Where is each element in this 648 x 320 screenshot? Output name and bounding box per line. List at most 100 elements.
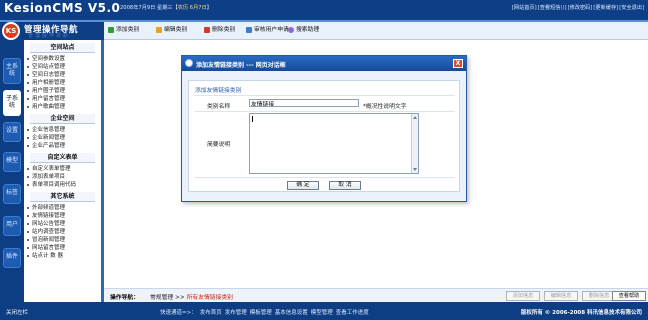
divider <box>195 95 455 96</box>
search-assistant-button[interactable]: 搜索助理 <box>288 25 319 36</box>
operation-nav-bar: 操作导航： 常规管理 >> 所有友情链接类别 添加信息 编辑信息 删除信息 查看… <box>104 288 648 302</box>
category-name-label: 类别名称 <box>207 104 231 110</box>
scroll-down-arrow-icon[interactable] <box>413 168 417 171</box>
delete-category-label: 删除类别 <box>212 27 236 33</box>
lunar-date-link[interactable]: 农历 6月7日 <box>178 5 207 11</box>
delete-icon <box>204 27 210 33</box>
quick-links: 快速通道=>： 发布首页 发布管理 模板管理 基本信息设置 模型管理 查看工作进度 <box>160 308 372 316</box>
sidebar-item[interactable]: 用户留言管理 <box>24 95 101 103</box>
add-link-category-dialog: 添加友情链接类别 --- 网页对话框 X 添加友情链接类别 类别名称 *概况性说… <box>181 55 467 202</box>
sidebar-item[interactable]: 空间站点管理 <box>24 63 101 71</box>
sidebar-item[interactable]: 用户歌曲管理 <box>24 103 101 111</box>
description-textarea[interactable] <box>249 113 419 174</box>
sidebar-item[interactable]: 企业产品管理 <box>24 142 101 150</box>
textarea-scrollbar[interactable] <box>411 114 418 173</box>
close-icon[interactable]: X <box>453 59 463 68</box>
logo-badge-icon: KS <box>2 22 20 40</box>
quick-link-basic-settings[interactable]: 基本信息设置 <box>275 310 308 316</box>
sidebar-item[interactable]: 站点计 数 器 <box>24 252 101 260</box>
delete-info-button[interactable]: 删除信息 <box>582 291 616 301</box>
sidebar-item[interactable]: 网站留言管理 <box>24 244 101 252</box>
review-applications-label: 审核用户申请 <box>254 27 289 33</box>
quick-links-title: 快速通道=>： <box>160 310 197 316</box>
delete-category-button[interactable]: 删除类别 <box>204 25 235 36</box>
tab-settings[interactable]: 设置 <box>3 122 21 142</box>
edit-category-button[interactable]: 编辑类别 <box>156 25 187 36</box>
tab-models[interactable]: 模型 <box>3 152 21 172</box>
tab-users[interactable]: 用户 <box>3 216 21 236</box>
sidebar-section-title: 空间站点 <box>30 43 95 53</box>
search-icon <box>288 27 294 33</box>
nav-label: 操作导航： <box>110 295 139 301</box>
close-left-panel-button[interactable]: 关闭左栏 <box>6 308 28 316</box>
add-category-button[interactable]: 添加类别 <box>108 25 139 36</box>
sidebar-item[interactable]: 空间参数设置 <box>24 55 101 63</box>
sidebar-item[interactable]: 网站公告管理 <box>24 220 101 228</box>
quick-link-model-manage[interactable]: 模型管理 <box>311 310 333 316</box>
description-label: 简要说明 <box>207 142 231 148</box>
dialog-logo-icon <box>185 59 193 67</box>
review-applications-button[interactable]: 审核用户申请 <box>246 25 289 36</box>
sidebar-section-title: 其它系统 <box>30 192 95 202</box>
sidebar-item[interactable]: 空间日志管理 <box>24 71 101 79</box>
sidebar-item[interactable]: 表单项目调用代码 <box>24 181 101 189</box>
divider <box>195 177 455 178</box>
date-text: 2008年7月9日 星期三【 <box>120 5 178 11</box>
quick-link-publish-manage[interactable]: 发布管理 <box>225 310 247 316</box>
messages-link[interactable]: [查看短信 <box>538 5 561 11</box>
sidebar-item[interactable]: 用户相册管理 <box>24 79 101 87</box>
divider <box>195 111 455 112</box>
change-password-link[interactable]: [修改密码] <box>568 5 593 11</box>
scroll-up-arrow-icon[interactable] <box>413 116 417 119</box>
sidebar-item[interactable]: 冒泡新闻管理 <box>24 236 101 244</box>
edit-category-label: 编辑类别 <box>164 27 188 33</box>
tab-sub-system[interactable]: 子系统 <box>3 90 21 116</box>
cancel-button[interactable]: 取 消 <box>329 181 361 190</box>
logo-shadow: 管理操作导航 <box>28 33 71 39</box>
sidebar-section-title: 企业空间 <box>30 114 95 124</box>
sidebar-item[interactable]: 站内调查管理 <box>24 228 101 236</box>
tab-plugins[interactable]: 插件 <box>3 248 21 268</box>
quick-link-publish-home[interactable]: 发布首页 <box>200 310 222 316</box>
confirm-button[interactable]: 确 定 <box>287 181 319 190</box>
sidebar-item[interactable]: 企业新闻管理 <box>24 134 101 142</box>
add-category-label: 添加类别 <box>116 27 140 33</box>
home-link[interactable]: [网站首页] <box>512 5 537 11</box>
update-cache-link[interactable]: [更新缓存] <box>593 5 618 11</box>
product-title: KesionCMS V5.0 <box>4 1 121 15</box>
category-name-hint: *概况性说明文字 <box>363 104 407 110</box>
top-links: [网站首页][查看短信()][修改密码][更新缓存][安全退出] <box>511 4 644 11</box>
dialog-titlebar[interactable]: 添加友情链接类别 --- 网页对话框 X <box>182 56 466 71</box>
category-name-input[interactable] <box>249 99 359 107</box>
top-header: KesionCMS V5.0 2008年7月9日 星期三【农历 6月7日】 [网… <box>0 0 648 22</box>
help-button[interactable]: 查看帮助 <box>612 291 646 301</box>
sidebar-item[interactable]: 企业信息管理 <box>24 126 101 134</box>
add-info-button[interactable]: 添加信息 <box>506 291 540 301</box>
date-display: 2008年7月9日 星期三【农历 6月7日】 <box>120 4 212 11</box>
form-caption: 添加友情链接类别 <box>195 88 242 94</box>
sidebar-item[interactable]: 友情链接管理 <box>24 212 101 220</box>
logout-link[interactable]: [安全退出] <box>619 5 644 11</box>
tab-main-system[interactable]: 主系统 <box>3 58 21 84</box>
sidebar-item[interactable]: 外部频道管理 <box>24 204 101 212</box>
quick-link-progress[interactable]: 查看工作进度 <box>336 310 369 316</box>
sidebar: 空间站点 空间参数设置 空间站点管理 空间日志管理 用户相册管理 用户圈子管理 … <box>24 40 104 302</box>
quick-link-template-manage[interactable]: 模板管理 <box>250 310 272 316</box>
edit-icon <box>156 27 162 33</box>
dialog-title: 添加友情链接类别 --- 网页对话框 <box>196 62 286 69</box>
add-icon <box>108 27 114 33</box>
breadcrumb-current: 所有友情链接类别 <box>186 295 233 301</box>
tab-tags[interactable]: 标签 <box>3 184 21 204</box>
toolbar: 添加类别 编辑类别 删除类别 审核用户申请 搜索助理 <box>104 22 648 40</box>
sidebar-item[interactable]: 自定义表单管理 <box>24 165 101 173</box>
breadcrumb: 常规管理 >> 所有友情链接类别 <box>150 292 233 301</box>
breadcrumb-path[interactable]: 常规管理 >> <box>150 295 187 301</box>
sidebar-item[interactable]: 添加表单项目 <box>24 173 101 181</box>
messages-bracket: ] <box>564 5 567 11</box>
date-suffix: 】 <box>206 5 212 11</box>
edit-info-button[interactable]: 编辑信息 <box>544 291 578 301</box>
sidebar-item[interactable]: 用户圈子管理 <box>24 87 101 95</box>
copyright: 版权所有 © 2006-2008 科汛信息技术有限公司 <box>520 310 642 316</box>
admin-logo: KS 管理操作导航 管理操作导航 <box>0 22 104 40</box>
review-icon <box>246 27 252 33</box>
